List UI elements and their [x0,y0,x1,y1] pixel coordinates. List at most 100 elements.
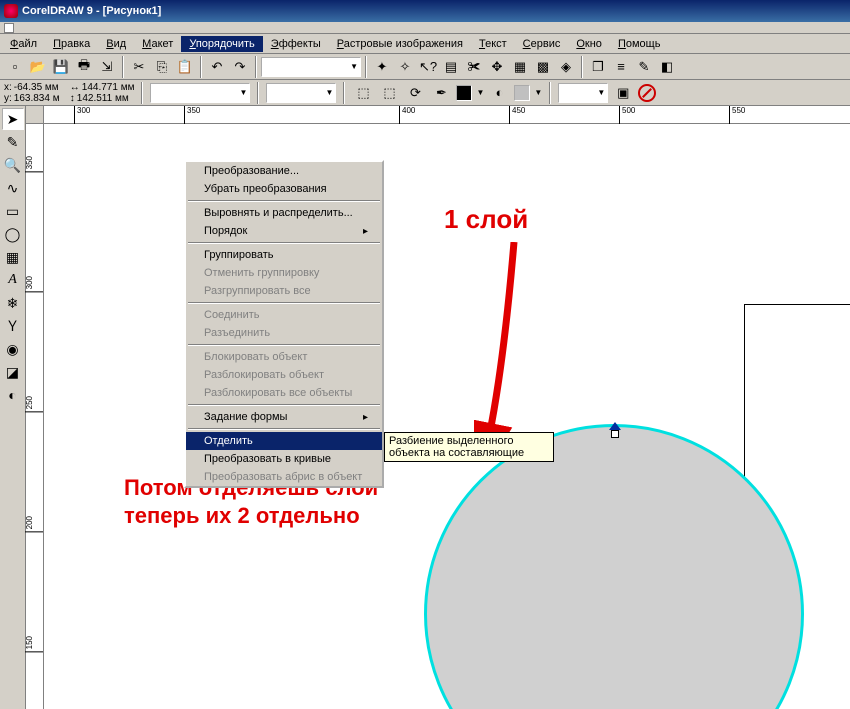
object-node-handle[interactable] [609,422,621,434]
print-icon[interactable]: 🖶 [73,56,95,78]
menu-файл[interactable]: Файл [2,36,45,52]
menu-item[interactable]: Отделить [186,432,382,450]
ellipse-tool-icon[interactable]: ◯ [2,223,24,245]
menu-item: Разгруппировать все [186,282,382,300]
help-arrow-icon[interactable]: ↖? [417,56,439,78]
menu-сервис[interactable]: Сервис [515,36,569,52]
work-area: ➤ ✎ 🔍 ∿ ▭ ◯ ▦ A ❄ Ｙ ◉ ◪ ◐ 30035040045050… [0,106,850,709]
menu-item: Отменить группировку [186,264,382,282]
to-front-icon[interactable]: ▣ [612,82,634,104]
separator [343,82,345,104]
menu-item: Разблокировать все объекты [186,384,382,402]
separator [257,82,259,104]
rotate-icon[interactable]: ⟳ [404,82,426,104]
snap-icon[interactable]: ▦ [509,56,531,78]
menu-упорядочить[interactable]: Упорядочить [181,36,262,52]
menu-макет[interactable]: Макет [134,36,181,52]
redo-icon[interactable]: ↷ [229,56,251,78]
vertical-ruler[interactable]: 350300250200150 [26,124,44,709]
cut-icon[interactable]: ✂ [128,56,150,78]
outline-tool-icon[interactable]: ◉ [2,338,24,360]
standard-toolbar: ▫ 📂 💾 🖶 ⇲ ✂ ⎘ 📋 ↶ ↷ ▼ ✦ ✧ ↖? ▤ ✀ ✥ ▦ ▩ ◈… [0,54,850,80]
horizontal-ruler[interactable]: 300350400450500550 [44,106,850,124]
menu-текст[interactable]: Текст [471,36,515,52]
arrange-menu-dropdown: Преобразование...Убрать преобразования Вы… [184,160,384,488]
ruler-tick: 400 [399,106,415,124]
position-readout: x:-64.35 мм y:163.834 м [4,82,66,104]
colors-icon[interactable]: ◧ [656,56,678,78]
document-icon[interactable] [4,23,14,33]
separator [255,56,257,78]
no-entry-icon[interactable] [638,84,656,102]
menu-item[interactable]: Группировать [186,246,382,264]
interactive-fill-icon[interactable]: ◐ [2,384,24,406]
line-select[interactable]: ▼ [558,83,608,103]
menu-item: Преобразовать абрис в объект [186,468,382,486]
menu-растровые изображения[interactable]: Растровые изображения [329,36,471,52]
ruler-origin[interactable] [26,106,44,124]
shape-tool-icon[interactable]: ✎ [2,131,24,153]
menu-эффекты[interactable]: Эффекты [263,36,329,52]
sparkle-icon[interactable]: ✧ [394,56,416,78]
menu-separator [188,404,380,406]
vector-icon[interactable]: ✎ [633,56,655,78]
ruler-tick: 250 [25,394,43,412]
align-icon[interactable]: ≡ [610,56,632,78]
eyedropper-tool-icon[interactable]: Ｙ [2,315,24,337]
freehand-tool-icon[interactable]: ∿ [2,177,24,199]
polygon-tool-icon[interactable]: ▦ [2,246,24,268]
diamond-icon[interactable]: ◈ [555,56,577,78]
separator [365,56,367,78]
copy-icon[interactable]: ⎘ [151,56,173,78]
arrows-in-icon[interactable]: ✥ [486,56,508,78]
menu-item[interactable]: Убрать преобразования [186,180,382,198]
group-b-icon[interactable]: ⬚ [378,82,400,104]
outline-swatch[interactable] [514,85,530,101]
menu-separator [188,302,380,304]
menu-item[interactable]: Порядок [186,222,382,240]
outline-pen-icon[interactable]: ✒ [430,82,452,104]
mdi-strip [0,22,850,34]
nudge-select[interactable]: ▼ [266,83,336,103]
save-icon[interactable]: 💾 [50,56,72,78]
menu-item: Соединить [186,306,382,324]
canvas[interactable]: 1 слой Потом отделяешь слои теперь их 2 … [44,124,850,709]
text-tool-icon[interactable]: A [2,269,24,291]
menu-item[interactable]: Преобразование... [186,162,382,180]
ruler-tick: 300 [25,274,43,292]
new-icon[interactable]: ▫ [4,56,26,78]
menu-помощь[interactable]: Помощь [610,36,669,52]
ruler-tick: 150 [25,634,43,652]
zoom-tool-icon[interactable]: 🔍 [2,154,24,176]
menu-правка[interactable]: Правка [45,36,98,52]
effects-icon[interactable]: ✦ [371,56,393,78]
undo-icon[interactable]: ↶ [206,56,228,78]
annotation-layer-1: 1 слой [444,204,528,235]
zoom-select[interactable]: ▼ [261,57,361,77]
menu-item: Блокировать объект [186,348,382,366]
scissors-icon[interactable]: ✀ [463,56,485,78]
menu-окно[interactable]: Окно [568,36,610,52]
group-a-icon[interactable]: ⬚ [352,82,374,104]
fill-swatch[interactable] [456,85,472,101]
fill-tool-icon[interactable]: ◪ [2,361,24,383]
menu-item[interactable]: Выровнять и распределить... [186,204,382,222]
fill-dlg-icon[interactable]: ◐ [488,82,510,104]
separator [122,56,124,78]
open-icon[interactable]: 📂 [27,56,49,78]
units-select[interactable]: ▼ [150,83,250,103]
window-icon[interactable]: ❐ [587,56,609,78]
pick-tool-icon[interactable]: ➤ [2,108,24,130]
import-icon[interactable]: ⇲ [96,56,118,78]
menu-вид[interactable]: Вид [98,36,134,52]
rectangle-tool-icon[interactable]: ▭ [2,200,24,222]
blend-tool-icon[interactable]: ❄ [2,292,24,314]
window-title: CorelDRAW 9 - [Рисунок1] [22,5,161,17]
menu-separator [188,428,380,430]
menu-item[interactable]: Преобразовать в кривые [186,450,382,468]
docstat-icon[interactable]: ▤ [440,56,462,78]
menu-item[interactable]: Задание формы [186,408,382,426]
paste-icon[interactable]: 📋 [174,56,196,78]
menu-separator [188,344,380,346]
grid-icon[interactable]: ▩ [532,56,554,78]
